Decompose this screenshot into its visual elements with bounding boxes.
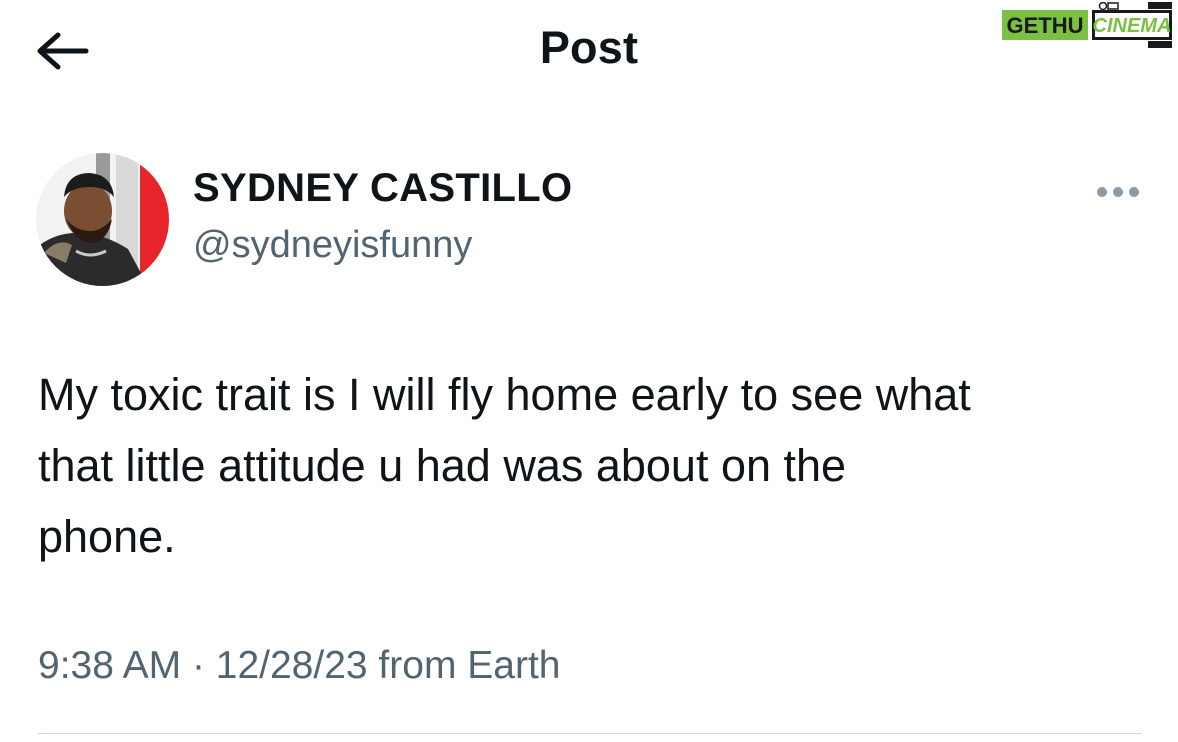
top-bar: Post GETHU CINEMA <box>0 0 1178 105</box>
user-handle[interactable]: @sydneyisfunny <box>193 224 472 267</box>
svg-text:CINEMA: CINEMA <box>1093 15 1172 37</box>
more-dots-icon <box>1097 187 1139 197</box>
post-date-source[interactable]: 12/28/23 from Earth <box>216 644 561 687</box>
avatar-photo <box>36 153 169 286</box>
post-time[interactable]: 9:38 AM <box>38 644 181 687</box>
avatar[interactable] <box>36 153 169 286</box>
svg-text:GETHU: GETHU <box>1007 13 1084 38</box>
divider <box>38 733 1142 734</box>
post-meta: 9:38 AM · 12/28/23 from Earth <box>38 644 560 688</box>
watermark-logo: GETHU CINEMA <box>1002 2 1172 48</box>
post-text: My toxic trait is I will fly home early … <box>38 369 971 562</box>
meta-separator: · <box>191 644 205 687</box>
display-name[interactable]: SYDNEY CASTILLO <box>193 166 572 211</box>
more-options-button[interactable] <box>1088 172 1148 212</box>
